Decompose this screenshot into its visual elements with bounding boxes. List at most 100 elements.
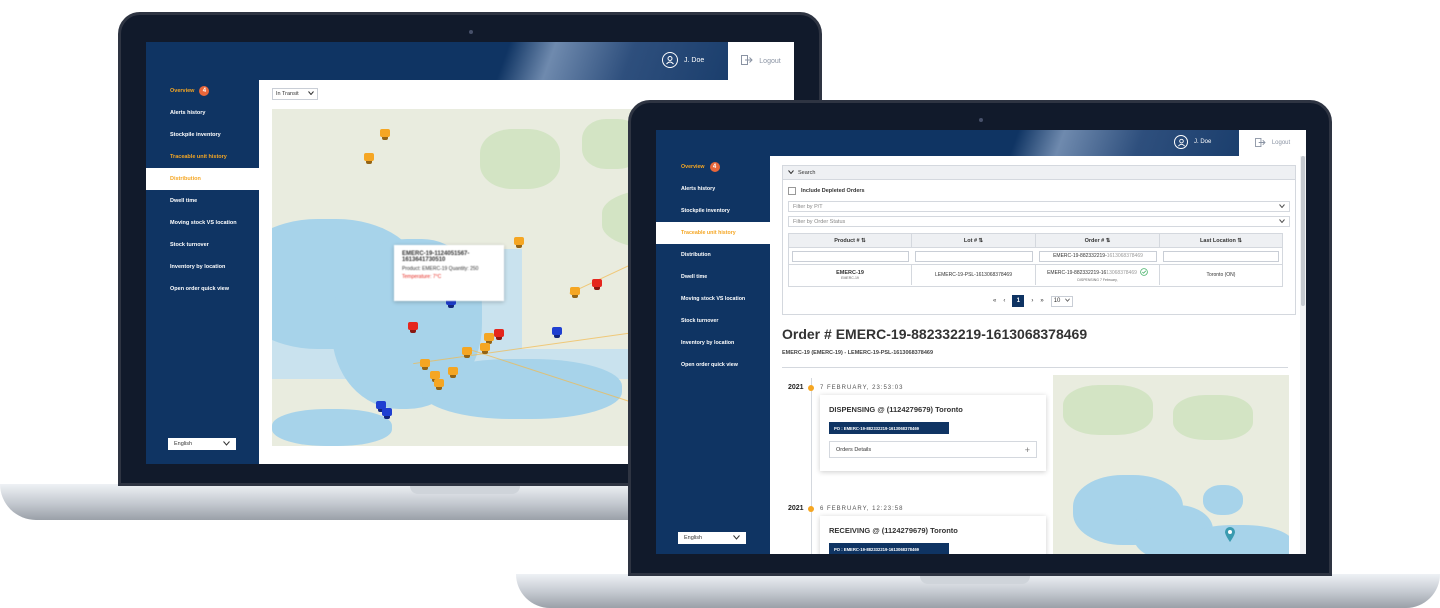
search-header[interactable]: Search bbox=[783, 166, 1295, 180]
nav-open-order-quick-view[interactable]: Open order quick view bbox=[146, 278, 259, 300]
sidebar: Overview 4 Alerts history Stockpile inve… bbox=[146, 80, 259, 464]
user-menu[interactable]: J. Doe bbox=[1174, 135, 1211, 149]
nav-moving-stock[interactable]: Moving stock VS location bbox=[146, 212, 259, 234]
truck-marker[interactable] bbox=[462, 347, 472, 355]
nav-distribution[interactable]: Distribution bbox=[656, 244, 770, 266]
scrollbar-thumb[interactable] bbox=[1301, 156, 1305, 306]
nav-overview[interactable]: Overview 4 bbox=[146, 80, 259, 102]
orders-details-toggle[interactable]: Orders Details + bbox=[829, 441, 1037, 458]
page-size-value: 10 bbox=[1053, 298, 1061, 304]
nav-stockpile-inventory[interactable]: Stockpile inventory bbox=[146, 124, 259, 146]
language-value: English bbox=[684, 535, 703, 541]
page-size-select[interactable]: 10 bbox=[1050, 295, 1073, 307]
include-depleted-checkbox[interactable] bbox=[788, 187, 796, 195]
truck-marker[interactable] bbox=[570, 287, 580, 295]
truck-marker[interactable] bbox=[382, 408, 392, 416]
user-menu[interactable]: J. Doe bbox=[662, 52, 704, 68]
nav-moving-stock-label: Moving stock VS location bbox=[681, 296, 746, 302]
status-filter-value: In Transit bbox=[276, 91, 299, 97]
column-header-order[interactable]: Order # ⇅ bbox=[1036, 234, 1160, 247]
location-pin-icon[interactable] bbox=[1224, 526, 1236, 545]
truck-marker[interactable] bbox=[420, 359, 430, 367]
logout-icon bbox=[741, 55, 753, 67]
truck-marker[interactable] bbox=[480, 343, 490, 351]
pagination: « ‹ 1 › » 10 bbox=[993, 295, 1073, 307]
truck-marker[interactable] bbox=[380, 129, 390, 137]
timeline-date: 6 FEBRUARY, 12:23:58 bbox=[820, 506, 904, 512]
nav-overview[interactable]: Overview 4 bbox=[656, 156, 770, 178]
order-filter-cell: EMERC-19-882332219- 1613068378469 bbox=[1036, 250, 1160, 262]
current-page-button[interactable]: 1 bbox=[1012, 295, 1025, 307]
last-page-button[interactable]: » bbox=[1040, 298, 1043, 304]
status-filter-select[interactable]: In Transit bbox=[272, 88, 318, 100]
event-card: DISPENSING @ (1124279679) Toronto PO : E… bbox=[820, 395, 1046, 471]
cell-location-value: Toronto (ON) bbox=[1206, 272, 1236, 278]
location-filter-input[interactable] bbox=[1163, 250, 1279, 262]
nav-inventory-by-location-label: Inventory by location bbox=[170, 264, 226, 270]
filter-status-select[interactable]: Filter by Order Status bbox=[788, 216, 1290, 227]
orders-details-label: Orders Details bbox=[836, 446, 872, 453]
nav-inventory-by-location[interactable]: Inventory by location bbox=[656, 332, 770, 354]
cell-location: Toronto (ON) bbox=[1160, 265, 1282, 285]
nav-distribution[interactable]: Distribution bbox=[146, 168, 259, 190]
column-header-lot-label: Lot # bbox=[963, 237, 977, 244]
logout-button[interactable]: Logout bbox=[1239, 130, 1306, 156]
product-filter-input[interactable] bbox=[792, 250, 909, 262]
truck-marker[interactable] bbox=[592, 279, 602, 287]
nav-alerts-history[interactable]: Alerts history bbox=[656, 178, 770, 200]
include-depleted-option[interactable]: Include Depleted Orders bbox=[788, 187, 865, 195]
order-filter-value-a: EMERC-19-882332219- bbox=[1053, 253, 1107, 259]
column-header-lot[interactable]: Lot # ⇅ bbox=[912, 234, 1036, 247]
language-select[interactable]: English bbox=[678, 532, 746, 544]
nav-stock-turnover[interactable]: Stock turnover bbox=[656, 310, 770, 332]
truck-marker[interactable] bbox=[448, 367, 458, 375]
truck-marker[interactable] bbox=[408, 322, 418, 330]
order-filter-input[interactable]: EMERC-19-882332219- 1613068378469 bbox=[1039, 250, 1157, 262]
nav-open-order-quick-view[interactable]: Open order quick view bbox=[656, 354, 770, 376]
search-panel: Search Include Depleted Orders Filter by… bbox=[782, 165, 1296, 315]
lot-filter-input[interactable] bbox=[915, 250, 1033, 262]
column-header-location[interactable]: Last Location ⇅ bbox=[1160, 234, 1282, 247]
logout-button[interactable]: Logout bbox=[728, 42, 794, 80]
nav-distribution-label: Distribution bbox=[170, 176, 201, 182]
nav-dwell-time[interactable]: Dwell time bbox=[146, 190, 259, 212]
nav-open-order-quick-view-label: Open order quick view bbox=[170, 286, 229, 292]
order-subtitle: EMERC-19 (EMERC-19) - LEMERC-19-PSL-1613… bbox=[782, 350, 933, 356]
truck-marker[interactable] bbox=[484, 333, 494, 341]
language-select[interactable]: English bbox=[168, 438, 236, 450]
truck-marker[interactable] bbox=[552, 327, 562, 335]
order-location-map[interactable] bbox=[1053, 375, 1289, 554]
nav-moving-stock[interactable]: Moving stock VS location bbox=[656, 288, 770, 310]
first-page-button[interactable]: « bbox=[993, 298, 996, 304]
nav-stock-turnover[interactable]: Stock turnover bbox=[146, 234, 259, 256]
scrollbar[interactable] bbox=[1300, 156, 1306, 554]
nav-stockpile-inventory-label: Stockpile inventory bbox=[170, 132, 221, 138]
truck-marker[interactable] bbox=[364, 153, 374, 161]
truck-marker[interactable] bbox=[494, 329, 504, 337]
timeline-dot bbox=[808, 506, 814, 512]
truck-marker[interactable] bbox=[434, 379, 444, 387]
main-content: Search Include Depleted Orders Filter by… bbox=[770, 156, 1306, 554]
nav-stockpile-inventory[interactable]: Stockpile inventory bbox=[656, 200, 770, 222]
next-page-button[interactable]: › bbox=[1031, 298, 1033, 304]
filter-pt-select[interactable]: Filter by P/T bbox=[788, 201, 1290, 212]
nav-inventory-by-location-label: Inventory by location bbox=[681, 340, 735, 346]
nav-inventory-by-location[interactable]: Inventory by location bbox=[146, 256, 259, 278]
cell-lot-value: LEMERC-19-PSL-1613068378469 bbox=[935, 272, 1012, 278]
nav-traceable-unit-history[interactable]: Traceable unit history bbox=[146, 146, 259, 168]
truck-marker[interactable] bbox=[430, 371, 440, 379]
right-laptop-notch bbox=[920, 576, 1030, 584]
timeline-date: 7 FEBRUARY, 23:53:03 bbox=[820, 385, 904, 391]
nav-traceable-unit-history[interactable]: Traceable unit history bbox=[656, 222, 770, 244]
timeline-year: 2021 bbox=[788, 384, 804, 391]
truck-marker[interactable] bbox=[514, 237, 524, 245]
nav-dwell-time[interactable]: Dwell time bbox=[656, 266, 770, 288]
event-card: RECEIVING @ (1124279679) Toronto PO : EM… bbox=[820, 516, 1046, 554]
nav-moving-stock-label: Moving stock VS location bbox=[170, 220, 237, 226]
nav-alerts-history[interactable]: Alerts history bbox=[146, 102, 259, 124]
table-row[interactable]: EMERC-19 EMERC-19 LEMERC-19-PSL-16130683… bbox=[789, 265, 1282, 285]
column-header-product[interactable]: Product # ⇅ bbox=[789, 234, 912, 247]
prev-page-button[interactable]: ‹ bbox=[1003, 298, 1005, 304]
alert-count-badge: 4 bbox=[199, 86, 210, 96]
logout-label: Logout bbox=[759, 57, 781, 65]
